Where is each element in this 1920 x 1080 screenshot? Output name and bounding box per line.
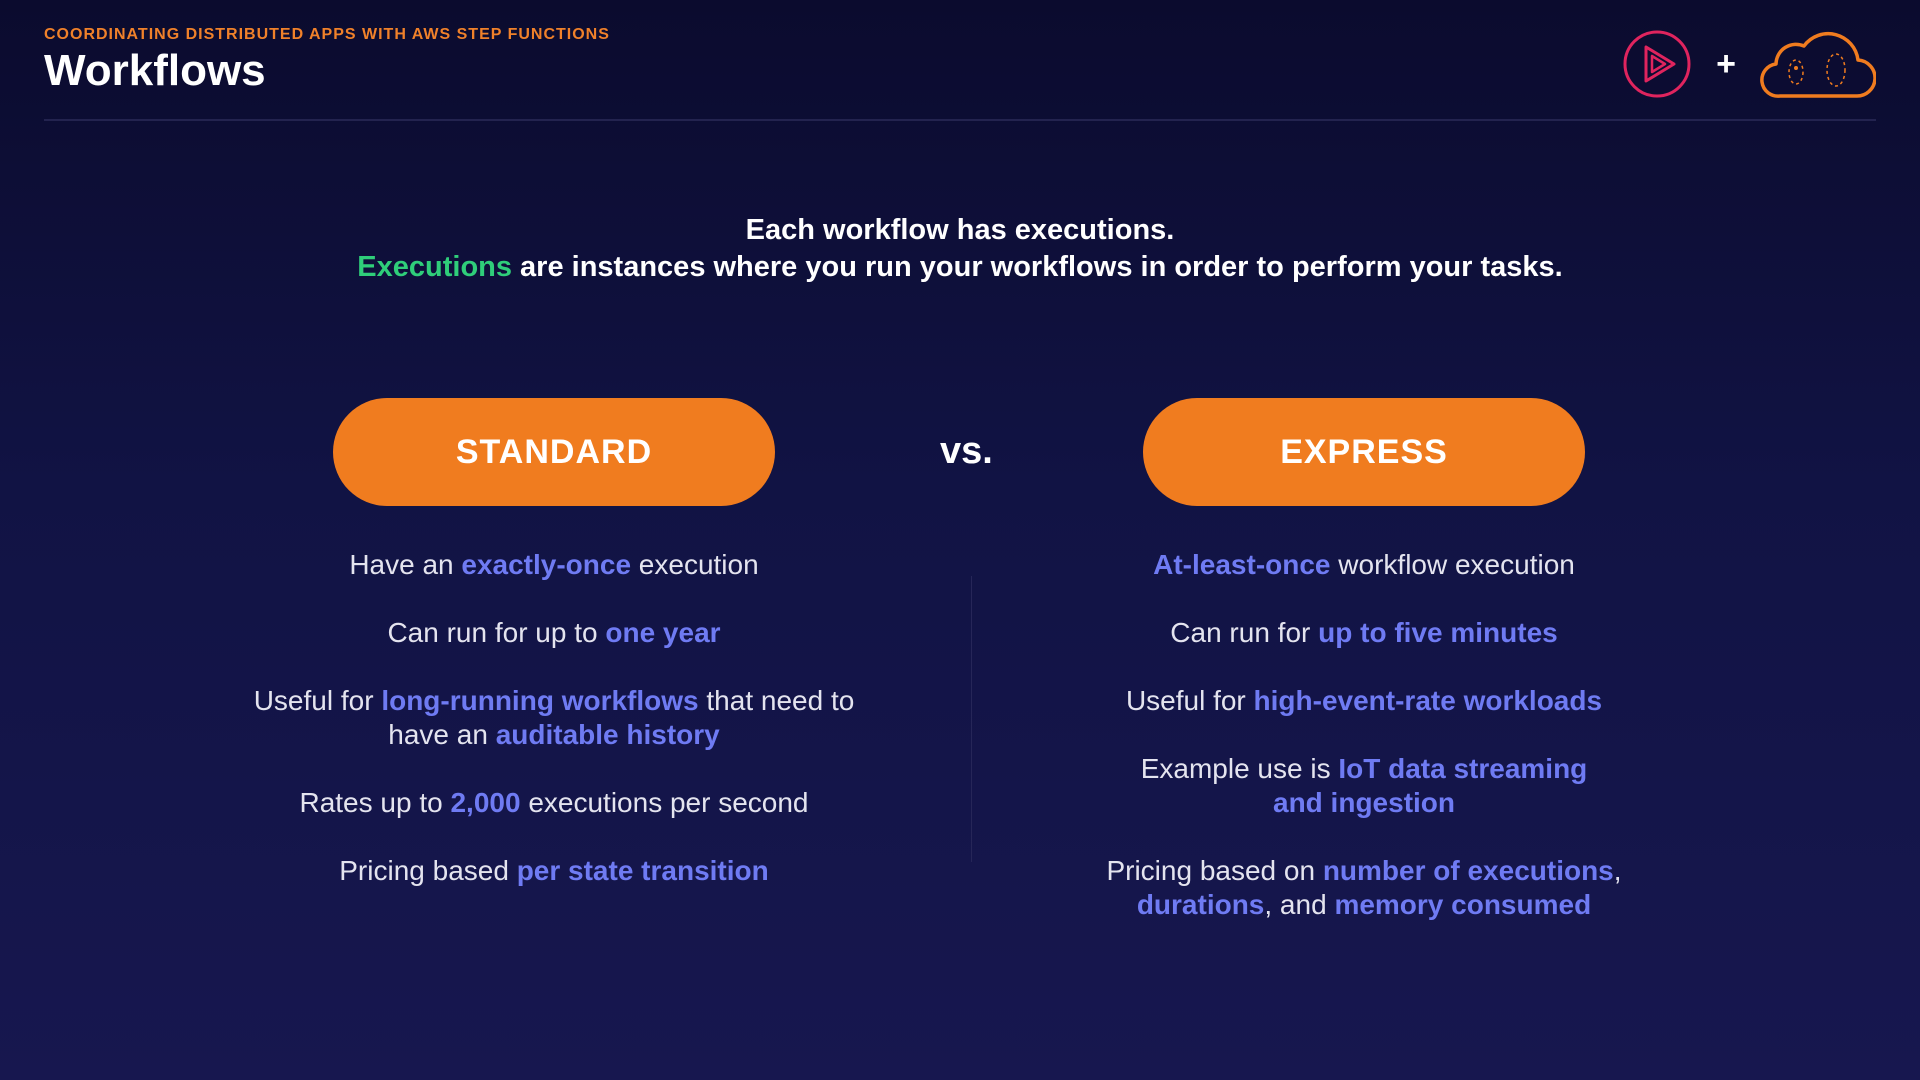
aws-cloud-icon xyxy=(1758,28,1876,100)
executions-highlight: Executions xyxy=(357,251,512,283)
text: Example use is xyxy=(1140,753,1339,784)
highlight: 2,000 xyxy=(450,787,521,818)
versus-label: vs. xyxy=(940,430,993,472)
standard-feature-duration: Can run for up to one year xyxy=(234,616,874,650)
express-feature-duration: Can run for up to five minutes xyxy=(1044,616,1684,650)
text: Useful for xyxy=(253,685,382,716)
highlight: one year xyxy=(605,617,721,648)
standard-feature-execution: Have an exactly-once execution xyxy=(234,548,874,582)
brand-logos: + xyxy=(1622,28,1876,100)
header-divider xyxy=(44,119,1876,121)
course-title: COORDINATING DISTRIBUTED APPS WITH AWS S… xyxy=(44,26,610,43)
intro-line-2-rest: are instances where you run your workflo… xyxy=(512,251,1563,283)
page-title: Workflows xyxy=(44,46,266,95)
highlight: high-event-rate workloads xyxy=(1253,685,1603,716)
text: Can run for up to xyxy=(387,617,606,648)
standard-feature-pricing: Pricing based per state transition xyxy=(234,854,874,888)
highlight: per state transition xyxy=(516,855,769,886)
express-feature-execution: At-least-once workflow execution xyxy=(1044,548,1684,582)
plus-sign: + xyxy=(1716,44,1736,83)
highlight: up to five minutes xyxy=(1318,617,1558,648)
text: Rates up to xyxy=(299,787,451,818)
text: Pricing based on xyxy=(1106,855,1323,886)
highlight: memory consumed xyxy=(1334,889,1592,920)
text: execution xyxy=(631,549,759,580)
express-feature-use-case: Useful for high-event-rate workloads xyxy=(1044,684,1684,718)
highlight: durations xyxy=(1136,889,1265,920)
express-badge: EXPRESS xyxy=(1143,398,1585,506)
highlight: exactly-once xyxy=(461,549,632,580)
text: Can run for xyxy=(1170,617,1319,648)
text: Have an xyxy=(349,549,462,580)
text: , and xyxy=(1264,889,1335,920)
header: COORDINATING DISTRIBUTED APPS WITH AWS S… xyxy=(44,26,610,96)
intro-line-2: Executions are instances where you run y… xyxy=(0,249,1920,286)
highlight: long-running workflows xyxy=(381,685,699,716)
text: Pricing based xyxy=(339,855,517,886)
text: , xyxy=(1613,855,1622,886)
express-feature-example: Example use is IoT data streaming and in… xyxy=(1044,752,1684,820)
express-feature-pricing: Pricing based on number of executions, d… xyxy=(1044,854,1684,922)
highlight: auditable history xyxy=(495,719,720,750)
express-features: At-least-once workflow execution Can run… xyxy=(1044,548,1684,956)
standard-badge: STANDARD xyxy=(333,398,775,506)
standard-feature-rate: Rates up to 2,000 executions per second xyxy=(234,786,874,820)
column-divider xyxy=(971,576,972,862)
text: workflow execution xyxy=(1330,549,1575,580)
text: Useful for xyxy=(1125,685,1254,716)
standard-feature-use-case: Useful for long-running workflows that n… xyxy=(234,684,874,752)
pluralsight-play-icon xyxy=(1622,29,1692,99)
intro-text: Each workflow has executions. Executions… xyxy=(0,212,1920,286)
intro-line-1: Each workflow has executions. xyxy=(745,214,1175,246)
highlight: number of executions xyxy=(1322,855,1614,886)
text: executions per second xyxy=(520,787,809,818)
highlight: At-least-once xyxy=(1153,549,1331,580)
standard-features: Have an exactly-once execution Can run f… xyxy=(234,548,874,922)
